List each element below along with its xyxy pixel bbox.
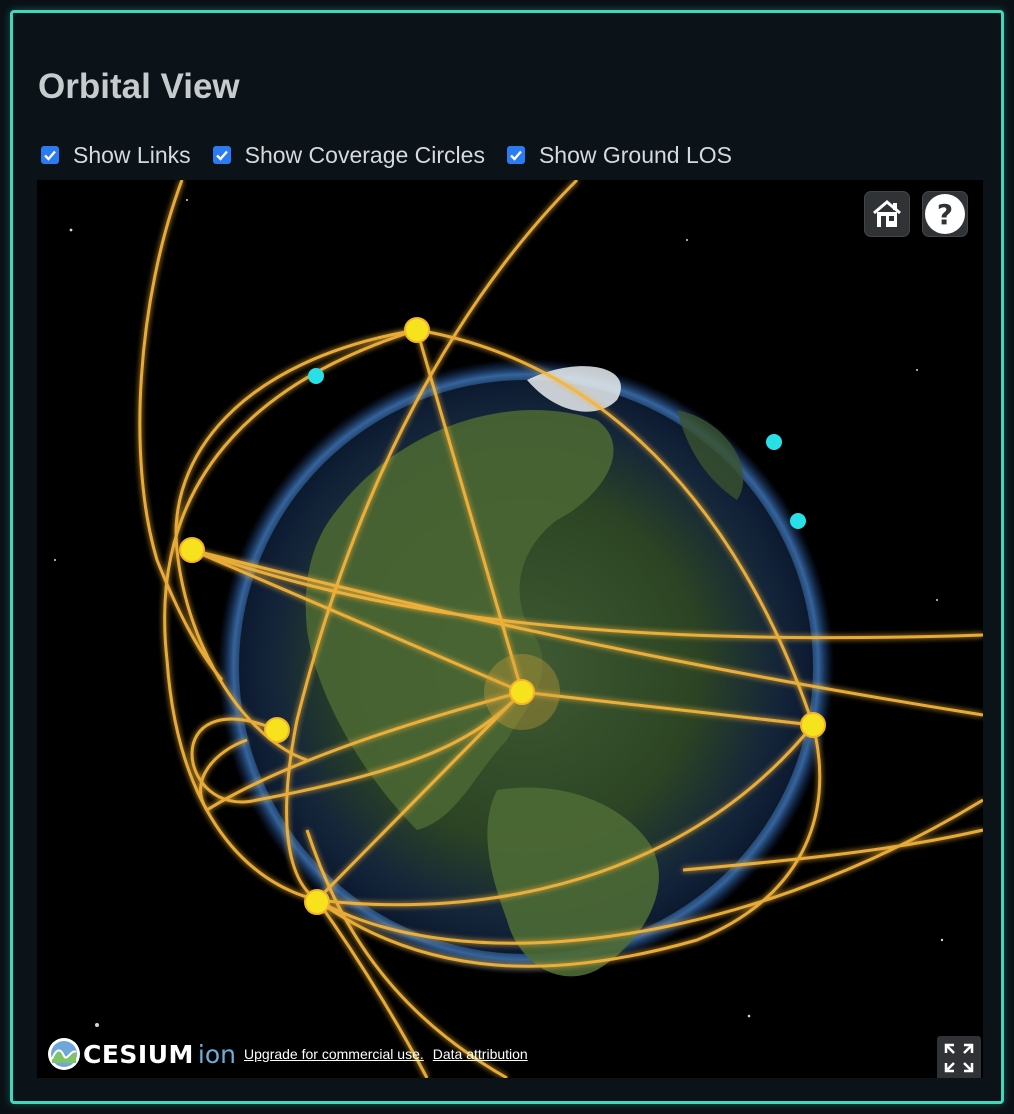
show-links-checkbox[interactable] bbox=[41, 146, 59, 164]
ground-station-marker[interactable] bbox=[790, 513, 806, 529]
cesium-brand: CESIUM bbox=[83, 1039, 194, 1069]
satellite-marker[interactable] bbox=[509, 679, 535, 705]
fullscreen-button[interactable] bbox=[937, 1036, 981, 1078]
home-icon bbox=[873, 200, 901, 227]
show-coverage-circles-checkbox[interactable] bbox=[212, 146, 231, 164]
satellite-marker[interactable] bbox=[304, 889, 330, 915]
ground-station-marker[interactable] bbox=[766, 434, 782, 450]
upgrade-link[interactable]: Upgrade for commercial use. bbox=[244, 1046, 424, 1062]
fullscreen-icon bbox=[944, 1043, 974, 1073]
satellite-marker[interactable] bbox=[404, 317, 430, 343]
satellite-marker[interactable] bbox=[179, 537, 205, 563]
show-coverage-circles-label: Show Coverage Circles bbox=[244, 141, 485, 168]
globe-viewer[interactable]: ? CESIUM ion Upgrade for commercial use.… bbox=[37, 180, 983, 1078]
layer-toggles: Show Links Show Coverage Circles Show Gr… bbox=[41, 138, 754, 172]
help-icon: ? bbox=[925, 194, 965, 234]
globe-scene[interactable] bbox=[37, 180, 983, 1078]
show-ground-los-label: Show Ground LOS bbox=[538, 141, 733, 168]
show-ground-los-checkbox[interactable] bbox=[506, 146, 525, 164]
ion-brand: ion bbox=[197, 1039, 237, 1069]
credits-bar: CESIUM ion Upgrade for commercial use. D… bbox=[47, 1036, 537, 1072]
panel-title: Orbital View bbox=[38, 67, 240, 106]
satellite-marker[interactable] bbox=[800, 712, 826, 738]
ground-station-marker[interactable] bbox=[308, 368, 324, 384]
help-button[interactable]: ? bbox=[922, 191, 968, 237]
cesium-ion-logo[interactable]: CESIUM ion bbox=[47, 1037, 236, 1071]
show-ground-los-toggle[interactable]: Show Ground LOS bbox=[506, 141, 733, 169]
cesium-logo-icon bbox=[48, 1038, 80, 1070]
satellite-marker[interactable] bbox=[264, 717, 290, 743]
show-links-toggle[interactable]: Show Links bbox=[41, 142, 191, 169]
show-coverage-circles-toggle[interactable]: Show Coverage Circles bbox=[212, 141, 485, 169]
data-attribution-link[interactable]: Data attribution bbox=[433, 1046, 528, 1062]
home-button[interactable] bbox=[864, 191, 910, 237]
orbital-view-panel: Orbital View Show Links Show Coverage Ci… bbox=[10, 10, 1004, 1104]
show-links-label: Show Links bbox=[73, 141, 191, 168]
